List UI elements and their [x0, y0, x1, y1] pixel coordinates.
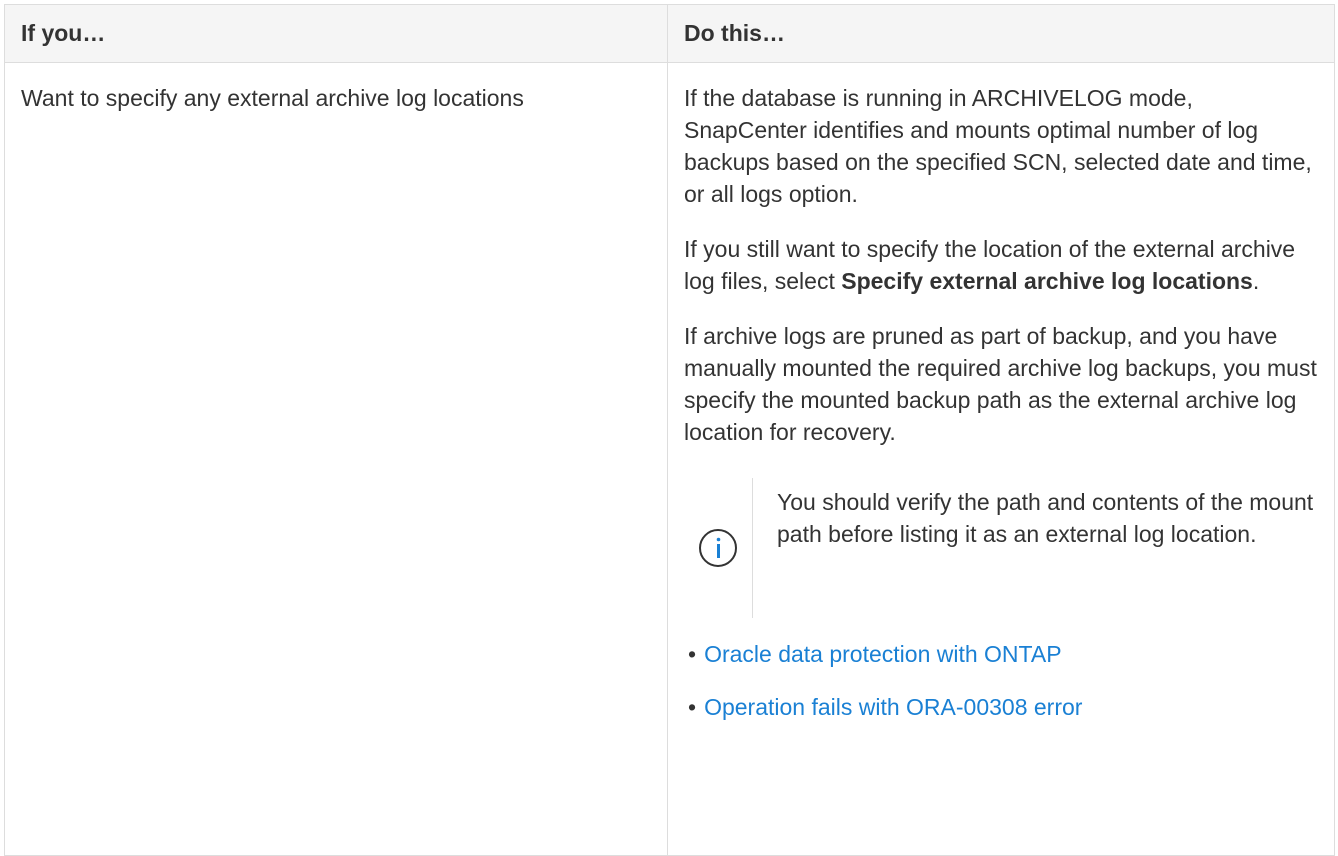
list-item: • Oracle data protection with ONTAP	[688, 638, 1320, 670]
pruned-logs-paragraph: If archive logs are pruned as part of ba…	[684, 323, 1317, 445]
condition-text: Want to specify any external archive log…	[21, 85, 524, 111]
note-block: You should verify the path and contents …	[684, 478, 1320, 618]
note-icon-container	[684, 478, 753, 618]
related-links-list: • Oracle data protection with ONTAP • Oper…	[684, 638, 1320, 723]
action-cell: If the database is running in ARCHIVELOG…	[667, 62, 1335, 856]
list-item: • Operation fails with ORA-00308 error	[688, 691, 1320, 723]
if-then-table: If you… Do this… Want to specify any ext…	[4, 4, 1335, 856]
header-if-you: If you…	[4, 4, 668, 63]
table-header-row: If you… Do this…	[4, 4, 1335, 63]
link-oracle-data-protection[interactable]: Oracle data protection with ONTAP	[704, 641, 1062, 667]
specify-location-option: Specify external archive log locations	[841, 268, 1253, 294]
bullet-icon: •	[688, 641, 697, 667]
note-text: You should verify the path and contents …	[777, 489, 1314, 547]
info-icon	[699, 529, 737, 567]
specify-location-paragraph: If you still want to specify the locatio…	[684, 233, 1320, 297]
specify-location-period: .	[1252, 268, 1260, 294]
condition-cell: Want to specify any external archive log…	[4, 62, 668, 856]
header-do-this: Do this…	[667, 4, 1335, 63]
archivelog-paragraph: If the database is running in ARCHIVELOG…	[684, 85, 1312, 207]
table-row: Want to specify any external archive log…	[4, 62, 1335, 856]
link-ora-00308-error[interactable]: Operation fails with ORA-00308 error	[704, 694, 1082, 720]
bullet-icon: •	[688, 694, 697, 720]
